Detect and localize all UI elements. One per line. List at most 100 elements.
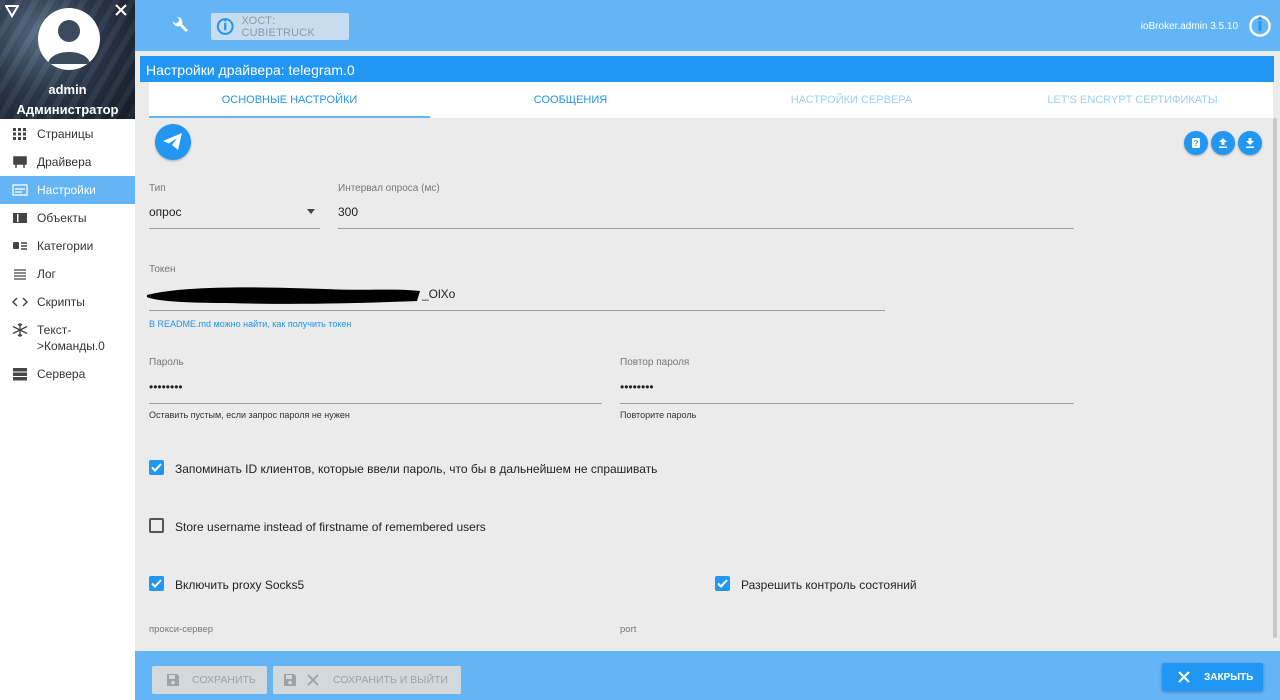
help-icon: ? — [1192, 138, 1200, 148]
checkmark-icon — [717, 579, 728, 588]
sidebar-item-scripts[interactable]: Скрипты — [0, 288, 135, 316]
snowflake-icon — [12, 323, 28, 337]
tab-bar: ОСНОВНЫЕ НАСТРОЙКИ СООБЩЕНИЯ НАСТРОЙКИ С… — [149, 82, 1273, 118]
password-repeat-underline — [620, 403, 1074, 404]
save-button[interactable]: СОХРАНИТЬ — [152, 666, 267, 694]
iobroker-logo-icon — [216, 18, 234, 35]
objects-icon — [13, 213, 27, 223]
close-label: ЗАКРЫТЬ — [1204, 671, 1254, 683]
sidebar-item-label: Текст->Команды.0 — [37, 323, 105, 353]
remember-ids-label: Запоминать ID клиентов, которые ввели па… — [175, 462, 658, 476]
sidebar-item-text-commands[interactable]: Текст->Команды.0 — [0, 316, 135, 360]
close-icon — [307, 674, 319, 686]
user-panel: admin Администратор — [0, 0, 135, 119]
token-visible-tail: _OlXo — [422, 287, 456, 301]
user-role: Администратор — [16, 102, 119, 117]
port-label: port — [620, 624, 637, 635]
sidebar-item-label: Драйвера — [37, 155, 92, 169]
token-input[interactable]: _OlXo — [145, 283, 885, 309]
sidebar-item-settings[interactable]: Настройки — [0, 176, 135, 204]
sidebar-item-label: Сервера — [37, 367, 86, 381]
sidebar-item-label: Лог — [37, 267, 56, 281]
password-underline — [149, 403, 602, 404]
save-icon — [284, 674, 296, 686]
store-username-checkbox[interactable] — [149, 518, 164, 533]
checkmark-icon — [151, 579, 162, 588]
password-repeat-help: Повторите пароль — [620, 410, 697, 420]
proxy-socks5-checkbox[interactable] — [149, 576, 164, 591]
poll-interval-underline — [338, 228, 1074, 229]
type-select[interactable]: опрос — [149, 205, 320, 227]
allow-states-label: Разрешить контроль состояний — [741, 578, 917, 592]
token-redaction — [147, 287, 420, 304]
password-help: Оставить пустым, если запрос пароля не н… — [149, 410, 350, 420]
chevron-down-icon — [307, 209, 315, 214]
type-select-value: опрос — [149, 205, 182, 219]
proxy-server-label: прокси-сервер — [149, 624, 214, 635]
iobroker-logo-icon[interactable] — [1248, 14, 1272, 38]
sidebar-item-categories[interactable]: Категории — [0, 232, 135, 260]
sidebar-item-label: Категории — [37, 239, 94, 253]
sidebar-item-label: Скрипты — [37, 295, 85, 309]
tab-messages[interactable]: СООБЩЕНИЯ — [430, 82, 711, 118]
drivers-icon — [13, 156, 27, 168]
sidebar-item-objects[interactable]: Объекты — [0, 204, 135, 232]
sidebar: admin Администратор Страницы Драйвера На… — [0, 0, 135, 700]
wrench-icon[interactable] — [169, 14, 191, 36]
type-label: Тип — [149, 183, 166, 194]
token-underline — [149, 310, 885, 311]
collapse-menu-icon[interactable] — [4, 4, 21, 20]
user-icon — [48, 20, 90, 64]
sidebar-item-log[interactable]: Лог — [0, 260, 135, 288]
proxy-socks5-label: Включить proxy Socks5 — [175, 578, 305, 592]
download-button[interactable] — [1238, 131, 1262, 155]
host-label: ХОСТ: CUBIETRUCK — [241, 14, 315, 39]
allow-states-checkbox[interactable] — [715, 576, 730, 591]
save-icon — [167, 674, 179, 686]
tab-server-settings[interactable]: НАСТРОЙКИ СЕРВЕРА — [711, 82, 992, 118]
top-bar: ХОСТ: CUBIETRUCK ioBroker.admin 3.5.10 — [135, 0, 1280, 51]
close-button[interactable]: ЗАКРЫТЬ — [1162, 663, 1263, 691]
upload-button[interactable] — [1211, 131, 1235, 155]
sidebar-item-label: Объекты — [37, 211, 87, 225]
close-icon — [1178, 671, 1190, 683]
settings-list-icon — [12, 184, 28, 196]
token-label: Токен — [149, 264, 176, 275]
sidebar-item-drivers[interactable]: Драйвера — [0, 148, 135, 176]
save-label: СОХРАНИТЬ — [192, 674, 256, 686]
sidebar-item-label: Настройки — [37, 183, 96, 197]
host-button[interactable]: ХОСТ: CUBIETRUCK — [211, 13, 349, 40]
upload-icon — [1219, 138, 1227, 148]
save-close-button[interactable]: СОХРАНИТЬ И ВЫЙТИ — [273, 666, 461, 694]
poll-interval-label: Интервал опроса (мс) — [338, 183, 440, 194]
sidebar-item-pages[interactable]: Страницы — [0, 120, 135, 148]
close-icon[interactable] — [114, 3, 130, 19]
svg-text:?: ? — [1194, 139, 1199, 148]
app-version: ioBroker.admin 3.5.10 — [1140, 21, 1238, 32]
download-icon — [1246, 138, 1254, 148]
sidebar-item-servers[interactable]: Сервера — [0, 360, 135, 388]
categories-icon — [13, 242, 27, 250]
avatar[interactable] — [38, 8, 100, 70]
poll-interval-input[interactable]: 300 — [338, 205, 1074, 227]
sidebar-item-label: Страницы — [37, 127, 94, 141]
log-icon — [14, 269, 26, 280]
help-button[interactable]: ? — [1184, 131, 1208, 155]
scrollbar[interactable] — [1273, 118, 1277, 638]
main-content: Настройки драйвера: telegram.0 ОСНОВНЫЕ … — [135, 51, 1280, 651]
save-close-label: СОХРАНИТЬ И ВЫЙТИ — [333, 674, 448, 686]
token-help: В README.md можно найти, как получить то… — [149, 319, 352, 329]
password-repeat-input[interactable]: •••••••• — [620, 380, 1074, 402]
password-input[interactable]: •••••••• — [149, 380, 602, 402]
password-label: Пароль — [149, 357, 184, 368]
servers-icon — [13, 368, 27, 381]
remember-ids-checkbox[interactable] — [149, 460, 164, 475]
store-username-label: Store username instead of firstname of r… — [175, 520, 486, 534]
password-repeat-label: Повтор пароля — [620, 357, 690, 368]
tab-main-settings[interactable]: ОСНОВНЫЕ НАСТРОЙКИ — [149, 82, 430, 118]
tab-letsencrypt[interactable]: LET'S ENCRYPT СЕРТИФИКАТЫ — [992, 82, 1273, 118]
code-icon — [12, 297, 28, 307]
type-underline — [149, 228, 320, 229]
checkmark-icon — [151, 463, 162, 472]
user-name: admin — [48, 82, 87, 97]
